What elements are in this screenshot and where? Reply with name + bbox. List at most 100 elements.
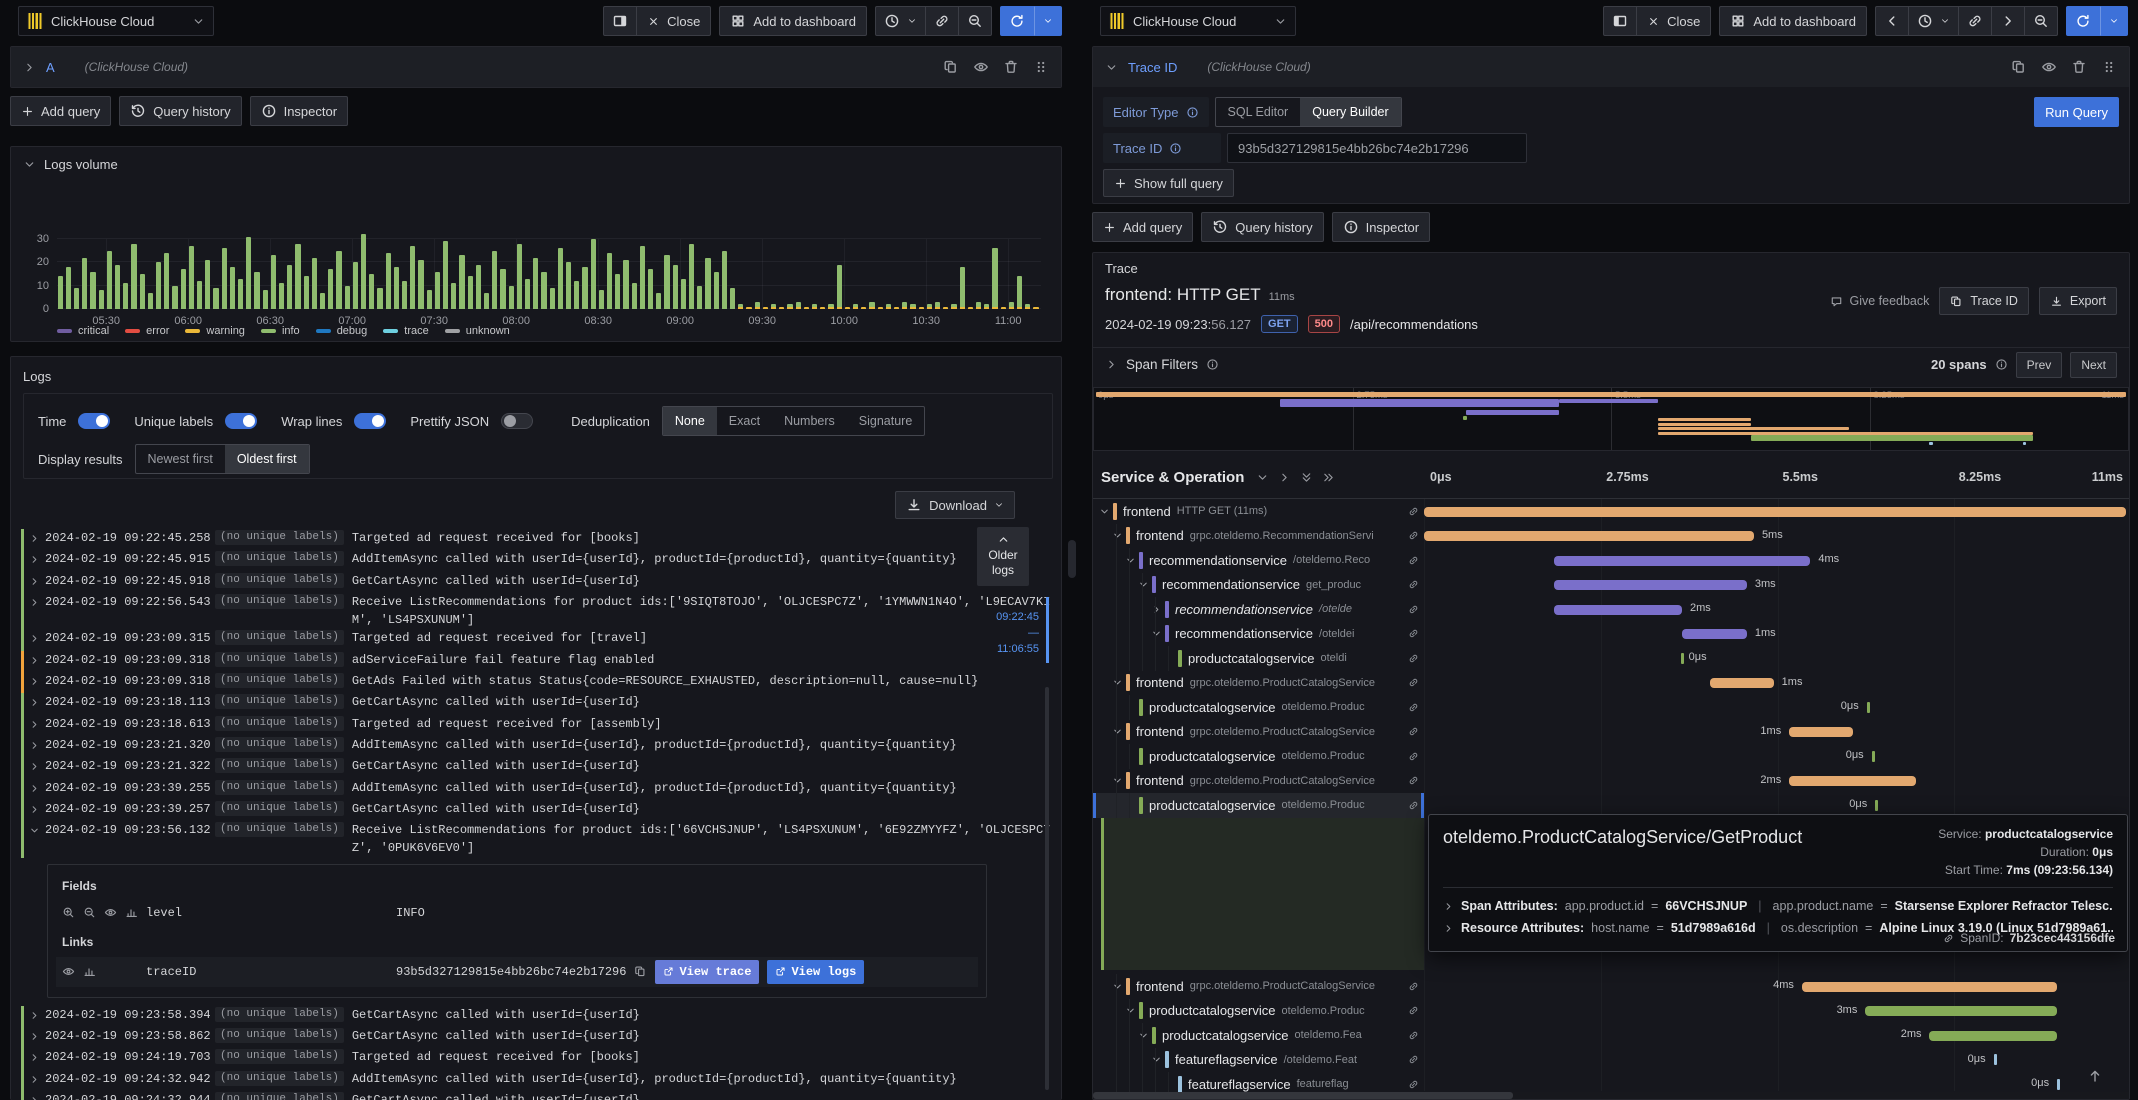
span-link-icon[interactable] xyxy=(1408,751,1419,762)
span-timeline-cell[interactable]: 1ms xyxy=(1424,671,2129,696)
log-row[interactable]: 2024-02-19 09:23:18.613 (no unique labels… xyxy=(21,714,1051,736)
filter-for-value-icon[interactable] xyxy=(62,906,75,919)
span-name-cell[interactable]: productcatalogservice oteldi xyxy=(1093,646,1424,671)
collapse-span-icon[interactable] xyxy=(1112,530,1126,541)
span-name-cell[interactable]: productcatalogservice oteldemo.Produc xyxy=(1093,998,1424,1023)
span-timeline-cell[interactable]: 0μs xyxy=(1424,1048,2129,1073)
expand-log-icon[interactable] xyxy=(29,1091,45,1100)
display-option-newest-first[interactable]: Newest first xyxy=(136,445,225,473)
span-name-cell[interactable]: frontend grpc.oteldemo.ProductCatalogServ… xyxy=(1093,768,1424,793)
editor-type-query-builder[interactable]: Query Builder xyxy=(1300,98,1401,126)
span-link-icon[interactable] xyxy=(1408,1054,1419,1065)
time-range-picker-button[interactable] xyxy=(1909,6,1959,36)
expand-log-icon[interactable] xyxy=(29,629,45,650)
span-name-cell[interactable]: frontend grpc.oteldemo.ProductCatalogServ… xyxy=(1093,719,1424,744)
span-name-cell[interactable]: productcatalogservice oteldemo.Fea xyxy=(1093,1023,1424,1048)
span-row[interactable]: recommendationservice/oteldei 1ms xyxy=(1093,621,2129,646)
collapse-span-icon[interactable] xyxy=(1138,579,1152,590)
expand-log-icon[interactable] xyxy=(29,757,45,778)
close-split-button[interactable] xyxy=(1603,6,1638,36)
inspector-button[interactable]: Inspector xyxy=(249,96,349,126)
dedup-option-signature[interactable]: Signature xyxy=(847,407,925,435)
give-feedback-link[interactable]: Give feedback xyxy=(1830,294,1929,308)
span-name-cell[interactable]: frontend HTTP GET (11ms) xyxy=(1093,499,1424,524)
time-shift-back-button[interactable] xyxy=(1875,6,1909,36)
delete-query-icon[interactable] xyxy=(2071,59,2087,75)
span-link-icon[interactable] xyxy=(1408,1005,1419,1016)
span-row[interactable]: recommendationservice/oteldemo.Reco 4ms xyxy=(1093,548,2129,573)
log-row[interactable]: 2024-02-19 09:23:56.132 (no unique labels… xyxy=(21,821,1051,858)
run-refresh-button[interactable] xyxy=(2066,6,2100,36)
log-row[interactable]: 2024-02-19 09:23:39.257 (no unique labels… xyxy=(21,799,1051,822)
log-row[interactable]: 2024-02-19 09:22:45.918 (no unique labels… xyxy=(21,571,1051,593)
expand-log-icon[interactable] xyxy=(29,800,45,821)
expand-log-icon[interactable] xyxy=(29,529,45,550)
collapse-span-icon[interactable] xyxy=(1112,981,1126,992)
expand-log-icon[interactable] xyxy=(29,1027,45,1048)
log-row[interactable]: 2024-02-19 09:22:45.915 (no unique labels… xyxy=(21,550,1051,572)
close-split-button[interactable] xyxy=(603,6,638,36)
log-row[interactable]: 2024-02-19 09:24:32.944 (no unique labels… xyxy=(21,1090,1051,1100)
span-name-cell[interactable]: recommendationservice/otelde xyxy=(1093,597,1424,622)
span-timeline-cell[interactable]: 2ms xyxy=(1424,1023,2129,1048)
zoom-out-button[interactable] xyxy=(959,6,992,36)
span-row[interactable]: productcatalogservice oteldemo.Produc 0μs xyxy=(1093,695,2129,720)
span-link-icon[interactable] xyxy=(1408,555,1419,566)
span-filters-toggle[interactable]: Span Filters xyxy=(1105,357,1219,372)
log-row[interactable]: 2024-02-19 09:23:21.320 (no unique labels… xyxy=(21,735,1051,758)
span-row[interactable]: frontend grpc.oteldemo.ProductCatalogServ… xyxy=(1093,768,2129,793)
span-link-icon[interactable] xyxy=(1408,800,1419,811)
span-link-icon[interactable] xyxy=(1408,677,1419,688)
collapse-span-icon[interactable] xyxy=(1112,677,1126,688)
run-refresh-button[interactable] xyxy=(1000,6,1034,36)
dedup-option-exact[interactable]: Exact xyxy=(717,407,772,435)
trace-horizontal-scrollbar[interactable] xyxy=(1093,1092,2129,1099)
expand-log-icon[interactable] xyxy=(29,550,45,571)
span-row[interactable]: featureflagservice/oteldemo.Feat 0μs xyxy=(1093,1047,2129,1073)
field-stats-icon[interactable] xyxy=(83,965,96,978)
view-logs-button[interactable]: View logs xyxy=(767,959,865,984)
dedup-option-numbers[interactable]: Numbers xyxy=(772,407,847,435)
span-name-cell[interactable]: productcatalogservice oteldemo.Produc xyxy=(1093,744,1424,769)
legend-item-unknown[interactable]: unknown xyxy=(444,325,510,337)
toggle-wrap-lines[interactable] xyxy=(354,413,387,429)
logs-volume-header[interactable]: Logs volume xyxy=(11,147,1061,182)
span-link-icon[interactable] xyxy=(1408,506,1419,517)
span-timeline-cell[interactable]: 1ms xyxy=(1424,720,2129,745)
span-name-cell[interactable]: recommendationservice/oteldei xyxy=(1093,621,1424,646)
span-row[interactable]: recommendationservice/otelde 2ms xyxy=(1093,597,2129,622)
span-name-cell[interactable]: productcatalogservice oteldemo.Produc xyxy=(1093,793,1424,818)
add-query-button[interactable]: Add query xyxy=(1092,212,1194,242)
log-row[interactable]: 2024-02-19 09:23:09.318 (no unique labels… xyxy=(21,650,1051,673)
view-trace-button[interactable]: View trace xyxy=(655,959,760,984)
trace-query-header[interactable]: Trace ID (ClickHouse Cloud) xyxy=(1093,47,2129,87)
span-row[interactable]: frontend grpc.oteldemo.ProductCatalogServ… xyxy=(1093,974,2129,999)
right-datasource-picker[interactable]: ClickHouse Cloud xyxy=(1100,6,1296,36)
expand-one-icon[interactable] xyxy=(1278,471,1291,484)
filter-out-value-icon[interactable] xyxy=(83,906,96,919)
span-row[interactable]: recommendationservice get_produc 3ms xyxy=(1093,572,2129,597)
time-range-picker-button[interactable] xyxy=(875,6,926,36)
log-row[interactable]: 2024-02-19 09:23:09.315 (no unique labels… xyxy=(21,629,1051,651)
span-row[interactable]: productcatalogservice oteldemo.Produc 3ms xyxy=(1093,998,2129,1023)
toggle-prettify-json[interactable] xyxy=(501,413,534,429)
expand-log-icon[interactable] xyxy=(29,693,45,714)
copy-query-icon[interactable] xyxy=(943,59,959,75)
disable-query-icon[interactable] xyxy=(2041,59,2057,75)
collapse-span-icon[interactable] xyxy=(1125,555,1139,566)
span-row[interactable]: frontend grpc.oteldemo.ProductCatalogServ… xyxy=(1093,719,2129,745)
span-link-icon[interactable] xyxy=(1408,604,1419,615)
collapse-span-icon[interactable] xyxy=(1099,506,1113,517)
refresh-interval-dropdown[interactable] xyxy=(2100,6,2128,36)
span-link-icon[interactable] xyxy=(1408,653,1419,664)
expand-log-icon[interactable] xyxy=(29,572,45,593)
expand-log-icon[interactable] xyxy=(29,593,45,614)
span-timeline-cell[interactable] xyxy=(1424,499,2129,524)
log-row[interactable]: 2024-02-19 09:24:19.703 (no unique labels… xyxy=(21,1048,1051,1070)
legend-item-warning[interactable]: warning xyxy=(185,325,245,337)
collapse-span-icon[interactable] xyxy=(1125,1005,1139,1016)
close-pane-button[interactable]: Close xyxy=(1637,6,1712,36)
legend-item-info[interactable]: info xyxy=(260,325,300,337)
display-option-oldest-first[interactable]: Oldest first xyxy=(224,445,309,473)
collapse-span-icon[interactable] xyxy=(1112,726,1126,737)
